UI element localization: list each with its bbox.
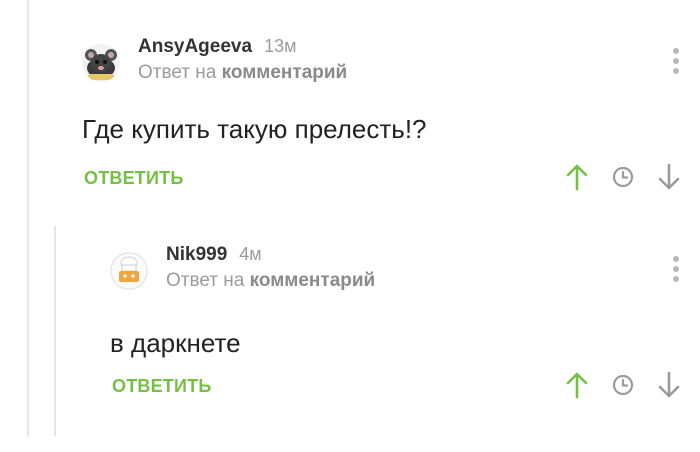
comment-meta: Nik999 4м bbox=[166, 244, 262, 266]
upvote-icon[interactable] bbox=[562, 370, 592, 400]
comment-text: Где купить такую прелесть!? bbox=[82, 114, 427, 144]
more-icon[interactable] bbox=[670, 48, 682, 74]
avatar[interactable] bbox=[82, 44, 120, 82]
chef-avatar-icon bbox=[110, 252, 148, 290]
comment-meta: AnsyAgeeva 13м bbox=[138, 36, 296, 58]
reply-to-link[interactable]: комментарий bbox=[250, 270, 376, 291]
upvote-icon[interactable] bbox=[562, 162, 592, 192]
thread-line bbox=[27, 0, 29, 436]
downvote-icon[interactable] bbox=[654, 370, 684, 400]
reply-button[interactable]: ОТВЕТИТЬ bbox=[112, 376, 211, 397]
comment-actions bbox=[562, 370, 682, 400]
downvote-icon[interactable] bbox=[654, 162, 684, 192]
rat-avatar-icon bbox=[82, 44, 120, 82]
comment-text: в даркнете bbox=[110, 328, 241, 358]
comment-actions bbox=[562, 162, 682, 192]
reply-to: Ответ на комментарий bbox=[138, 62, 347, 84]
more-icon[interactable] bbox=[670, 256, 682, 282]
reply-to-prefix: Ответ на bbox=[138, 62, 217, 83]
author-name[interactable]: AnsyAgeeva bbox=[138, 36, 252, 57]
reply-to: Ответ на комментарий bbox=[166, 270, 375, 292]
thread-line-nested bbox=[54, 226, 56, 436]
reply-to-link[interactable]: комментарий bbox=[222, 62, 348, 83]
reply-to-prefix: Ответ на bbox=[166, 270, 245, 291]
clock-icon[interactable] bbox=[608, 370, 638, 400]
avatar[interactable] bbox=[110, 252, 148, 290]
author-name[interactable]: Nik999 bbox=[166, 244, 227, 265]
clock-icon[interactable] bbox=[608, 162, 638, 192]
reply-button[interactable]: ОТВЕТИТЬ bbox=[84, 168, 183, 189]
comment-time: 13м bbox=[264, 36, 297, 56]
comment-time: 4м bbox=[239, 244, 262, 264]
